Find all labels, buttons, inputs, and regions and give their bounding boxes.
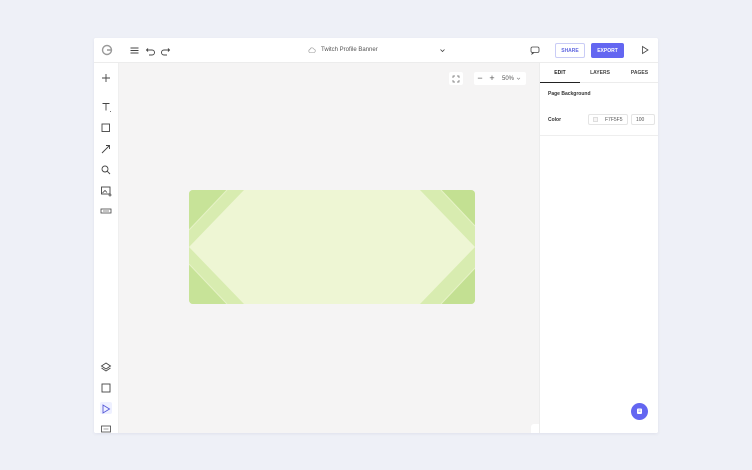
fit-to-screen-button[interactable] xyxy=(449,72,463,85)
layers-icon[interactable] xyxy=(100,360,112,372)
frame-icon[interactable] xyxy=(100,381,112,393)
export-button[interactable]: EXPORT xyxy=(591,43,624,58)
cloud-icon xyxy=(308,47,316,53)
left-toolbar xyxy=(94,63,119,433)
comment-icon[interactable] xyxy=(530,45,540,55)
panel-divider xyxy=(540,135,658,136)
top-bar: Twitch Profile Banner SHARE EXPORT xyxy=(94,38,658,63)
zoom-control: − + 50% xyxy=(474,72,526,85)
menu-icon[interactable] xyxy=(129,45,140,56)
opacity-input[interactable]: 100 xyxy=(631,114,655,125)
banner-design[interactable] xyxy=(189,190,475,304)
document-title: Twitch Profile Banner xyxy=(321,47,378,53)
undo-icon[interactable] xyxy=(145,45,156,56)
color-swatch[interactable] xyxy=(593,117,598,122)
editor-window: Twitch Profile Banner SHARE EXPORT − + 5… xyxy=(94,38,658,433)
color-label: Color xyxy=(548,117,562,123)
text-tool-icon[interactable] xyxy=(100,100,112,112)
keyboard-icon[interactable] xyxy=(100,204,112,216)
canvas-area[interactable]: − + 50% xyxy=(119,63,539,433)
media-icon[interactable] xyxy=(100,422,112,433)
redo-icon[interactable] xyxy=(160,45,171,56)
page-background-title: Page Background xyxy=(548,91,591,97)
zoom-out-button[interactable]: − xyxy=(474,72,486,85)
banner-artwork xyxy=(189,190,475,304)
zoom-in-button[interactable]: + xyxy=(486,72,498,85)
zoom-level[interactable]: 50% xyxy=(502,76,514,82)
line-tool-icon[interactable] xyxy=(100,142,112,154)
chevron-right-icon xyxy=(531,424,539,433)
search-graphics-icon[interactable] xyxy=(100,163,112,175)
properties-panel: EDIT LAYERS PAGES Page Background Color … xyxy=(539,63,658,433)
panel-collapse-tab[interactable] xyxy=(531,424,539,433)
expand-icon xyxy=(452,75,460,82)
play-icon[interactable] xyxy=(640,45,650,55)
color-hex-value: F7F5F5 xyxy=(605,116,623,123)
tab-pages[interactable]: PAGES xyxy=(620,63,658,83)
select-tool-icon[interactable] xyxy=(100,402,112,414)
chevron-down-icon[interactable] xyxy=(439,47,446,54)
shape-tool-icon[interactable] xyxy=(100,121,112,133)
document-title-dropdown[interactable]: Twitch Profile Banner xyxy=(308,44,446,56)
share-button[interactable]: SHARE xyxy=(555,43,585,58)
color-hex-input[interactable]: F7F5F5 xyxy=(588,114,628,125)
image-tool-icon[interactable] xyxy=(100,184,112,197)
zoom-chevron-icon[interactable] xyxy=(516,76,521,81)
opacity-value: 100 xyxy=(636,116,645,123)
logo-icon[interactable] xyxy=(101,44,113,56)
help-icon xyxy=(637,408,642,414)
add-icon[interactable] xyxy=(100,71,112,83)
panel-tabs: EDIT LAYERS PAGES xyxy=(540,63,658,83)
help-button[interactable] xyxy=(631,403,648,420)
tab-edit[interactable]: EDIT xyxy=(540,63,580,83)
tab-layers[interactable]: LAYERS xyxy=(580,63,620,83)
